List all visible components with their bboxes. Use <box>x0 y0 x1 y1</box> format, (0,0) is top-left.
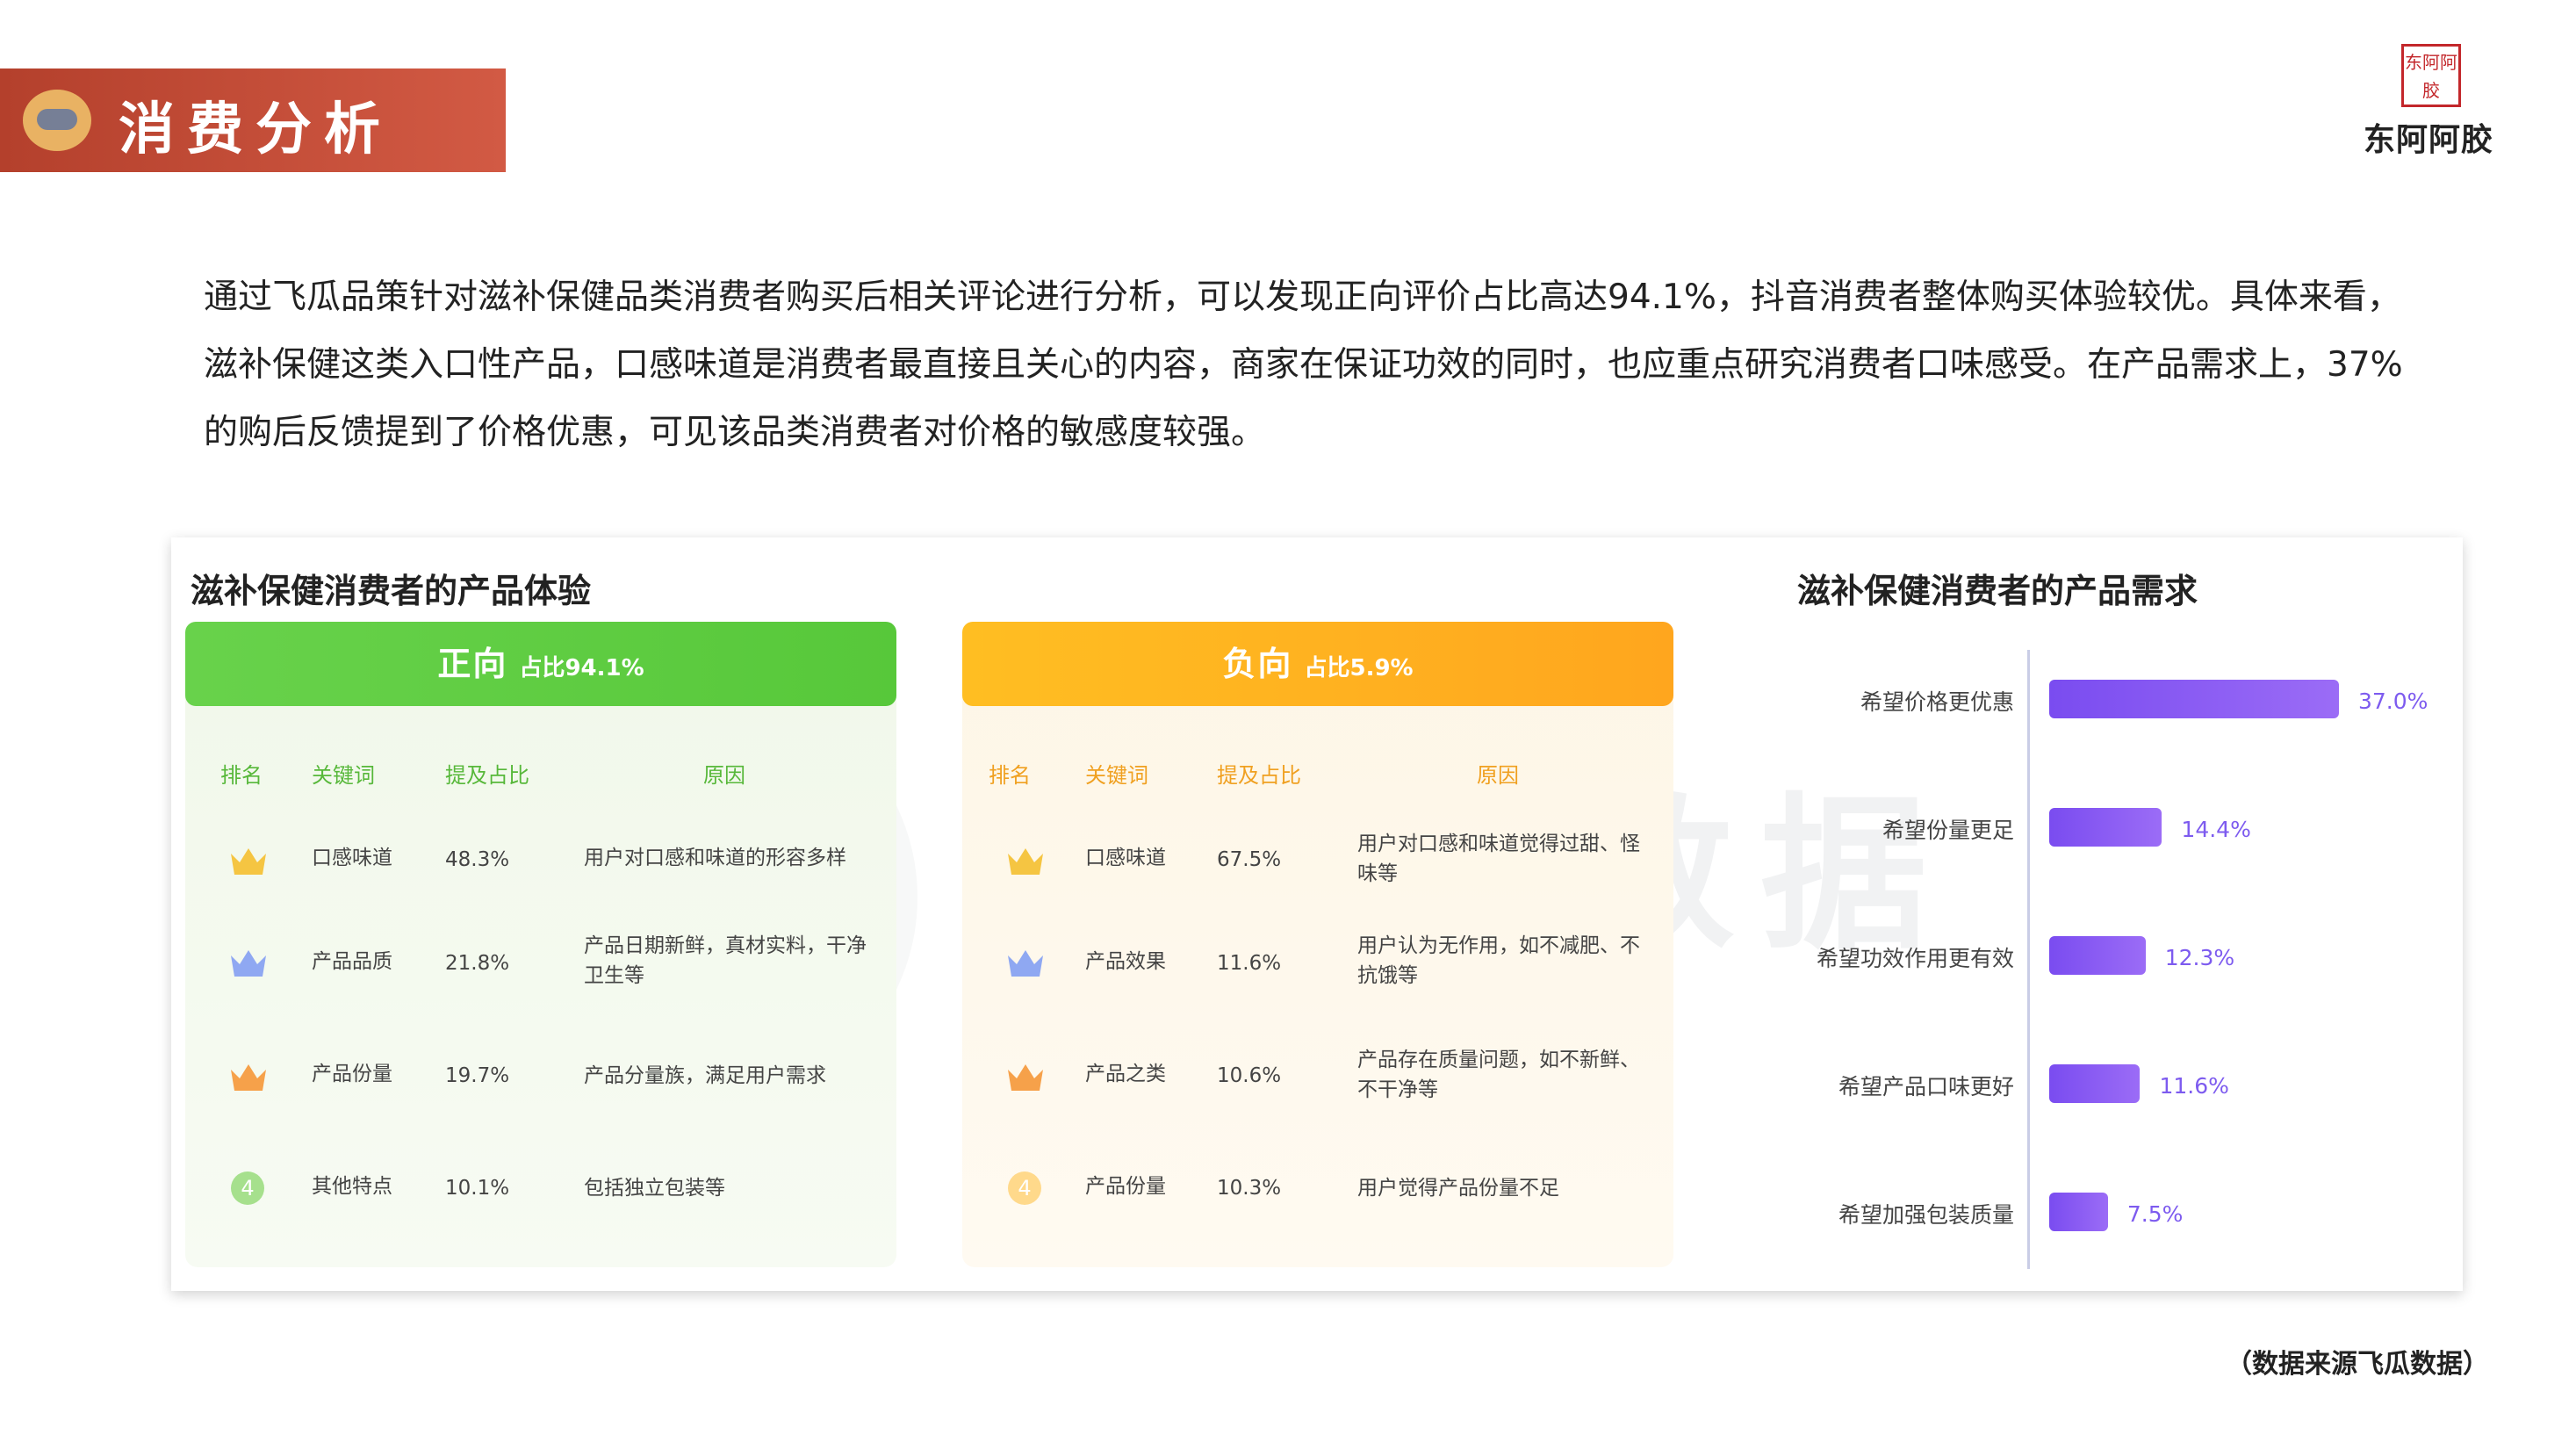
col-rank: 排名 <box>220 763 263 788</box>
col-share: 提及占比 <box>445 763 529 788</box>
silver-crown-icon <box>231 950 266 977</box>
bar-value-label: 11.6% <box>2159 1073 2229 1099</box>
share-cell: 19.7% <box>445 1064 510 1087</box>
positive-label: 正向 <box>437 645 508 683</box>
reason-cell: 包括独立包装等 <box>584 1177 725 1200</box>
analysis-card: 飞瓜数据 滋补保健消费者的产品体验 正向 占比94.1% 排名 关键词 提及占比… <box>171 537 2463 1291</box>
share-cell: 21.8% <box>445 952 510 975</box>
bar-value-label: 14.4% <box>2181 817 2251 842</box>
bar-category-label: 希望份量更足 <box>1882 818 2014 843</box>
bar-value-label: 7.5% <box>2126 1201 2184 1227</box>
page-title: 消费分析 <box>119 97 392 162</box>
brand-name: 东阿阿胶 <box>2364 121 2494 158</box>
reason-cell: 用户对口感和味道的形容多样 <box>584 847 846 869</box>
bar-value-label: 12.3% <box>2164 945 2235 970</box>
brand-seal-icon: 东阿阿胶 <box>2401 44 2461 107</box>
keyword-cell: 口感味道 <box>312 847 392 869</box>
bar-category-label: 希望功效作用更有效 <box>1816 946 2014 971</box>
negative-header: 负向 占比5.9% <box>962 622 1673 706</box>
gold-crown-icon <box>1008 848 1043 875</box>
positive-share: 占比94.1% <box>519 655 644 681</box>
negative-share: 占比5.9% <box>1304 655 1414 681</box>
bar <box>2049 808 2162 847</box>
silver-crown-icon <box>1008 950 1043 977</box>
bar <box>2049 1193 2108 1231</box>
col-keyword: 关键词 <box>1085 763 1148 788</box>
bar-category-label: 希望价格更优惠 <box>1860 689 2014 715</box>
reason-cell: 产品日期新鲜，真材实料，干净卫生等 <box>584 934 867 987</box>
col-reason: 原因 <box>703 763 745 788</box>
keyword-cell: 口感味道 <box>1085 847 1166 869</box>
reason-cell: 用户认为无作用，如不减肥、不抗饿等 <box>1357 934 1640 987</box>
bar-category-label: 希望产品口味更好 <box>1838 1074 2014 1099</box>
reason-cell: 用户对口感和味道觉得过甜、怪味等 <box>1357 833 1640 885</box>
table-row: 产品效果 11.6% 用户认为无作用，如不减肥、不抗饿等 <box>962 934 1673 1005</box>
reason-cell: 产品分量族，满足用户需求 <box>584 1064 826 1087</box>
keyword-cell: 产品份量 <box>1085 1175 1166 1198</box>
bronze-crown-icon <box>1008 1064 1043 1091</box>
share-cell: 10.3% <box>1217 1177 1282 1200</box>
bar <box>2049 680 2339 718</box>
table-row: 口感味道 67.5% 用户对口感和味道觉得过甜、怪味等 <box>962 833 1673 903</box>
gold-crown-icon <box>231 848 266 875</box>
bar-value-label: 37.0% <box>2358 688 2428 714</box>
share-cell: 48.3% <box>445 848 510 871</box>
negative-label: 负向 <box>1222 645 1293 683</box>
keyword-cell: 产品效果 <box>1085 950 1166 973</box>
col-rank: 排名 <box>989 763 1031 788</box>
col-keyword: 关键词 <box>312 763 375 788</box>
table-row: 4 其他特点 10.1% 包括独立包装等 <box>185 1161 896 1231</box>
bronze-crown-icon <box>231 1064 266 1091</box>
reason-cell: 产品存在质量问题，如不新鲜、不干净等 <box>1357 1049 1640 1101</box>
experience-title: 滋补保健消费者的产品体验 <box>191 572 592 610</box>
table-row: 4 产品份量 10.3% 用户觉得产品份量不足 <box>962 1161 1673 1231</box>
share-cell: 67.5% <box>1217 848 1282 871</box>
intro-paragraph: 通过飞瓜品策针对滋补保健品类消费者购买后相关评论进行分析，可以发现正向评价占比高… <box>204 278 2403 452</box>
table-row: 产品份量 19.7% 产品分量族，满足用户需求 <box>185 1049 896 1119</box>
positive-header: 正向 占比94.1% <box>185 622 896 706</box>
share-cell: 10.6% <box>1217 1064 1282 1087</box>
mascot-icon <box>23 90 91 151</box>
table-row: 产品品质 21.8% 产品日期新鲜，真材实料，干净卫生等 <box>185 934 896 1005</box>
table-row: 产品之类 10.6% 产品存在质量问题，如不新鲜、不干净等 <box>962 1049 1673 1119</box>
keyword-cell: 产品品质 <box>312 950 392 973</box>
bar-category-label: 希望加强包装质量 <box>1838 1202 2014 1228</box>
header-banner: 消费分析 <box>0 68 506 172</box>
chart-axis-line <box>2027 650 2030 1269</box>
bar <box>2049 1064 2141 1103</box>
keyword-cell: 产品之类 <box>1085 1063 1166 1085</box>
table-row: 口感味道 48.3% 用户对口感和味道的形容多样 <box>185 833 896 903</box>
reason-cell: 用户觉得产品份量不足 <box>1357 1177 1559 1200</box>
negative-panel: 负向 占比5.9% 排名 关键词 提及占比 原因 口感味道 67.5% 用户对口… <box>962 622 1673 1267</box>
col-reason: 原因 <box>1477 763 1519 788</box>
keyword-cell: 产品份量 <box>312 1063 392 1085</box>
share-cell: 10.1% <box>445 1177 510 1200</box>
positive-panel: 正向 占比94.1% 排名 关键词 提及占比 原因 口感味道 48.3% 用户对… <box>185 622 896 1267</box>
share-cell: 11.6% <box>1217 952 1282 975</box>
demand-chart-title: 滋补保健消费者的产品需求 <box>1797 572 2198 610</box>
rank-four-badge: 4 <box>1008 1171 1041 1205</box>
brand-seal-text: 东阿阿胶 <box>2405 52 2457 101</box>
col-share: 提及占比 <box>1217 763 1301 788</box>
rank-four-badge: 4 <box>231 1171 264 1205</box>
bar <box>2049 936 2146 975</box>
data-source: （数据来源飞瓜数据） <box>2226 1349 2489 1380</box>
keyword-cell: 其他特点 <box>312 1175 392 1198</box>
